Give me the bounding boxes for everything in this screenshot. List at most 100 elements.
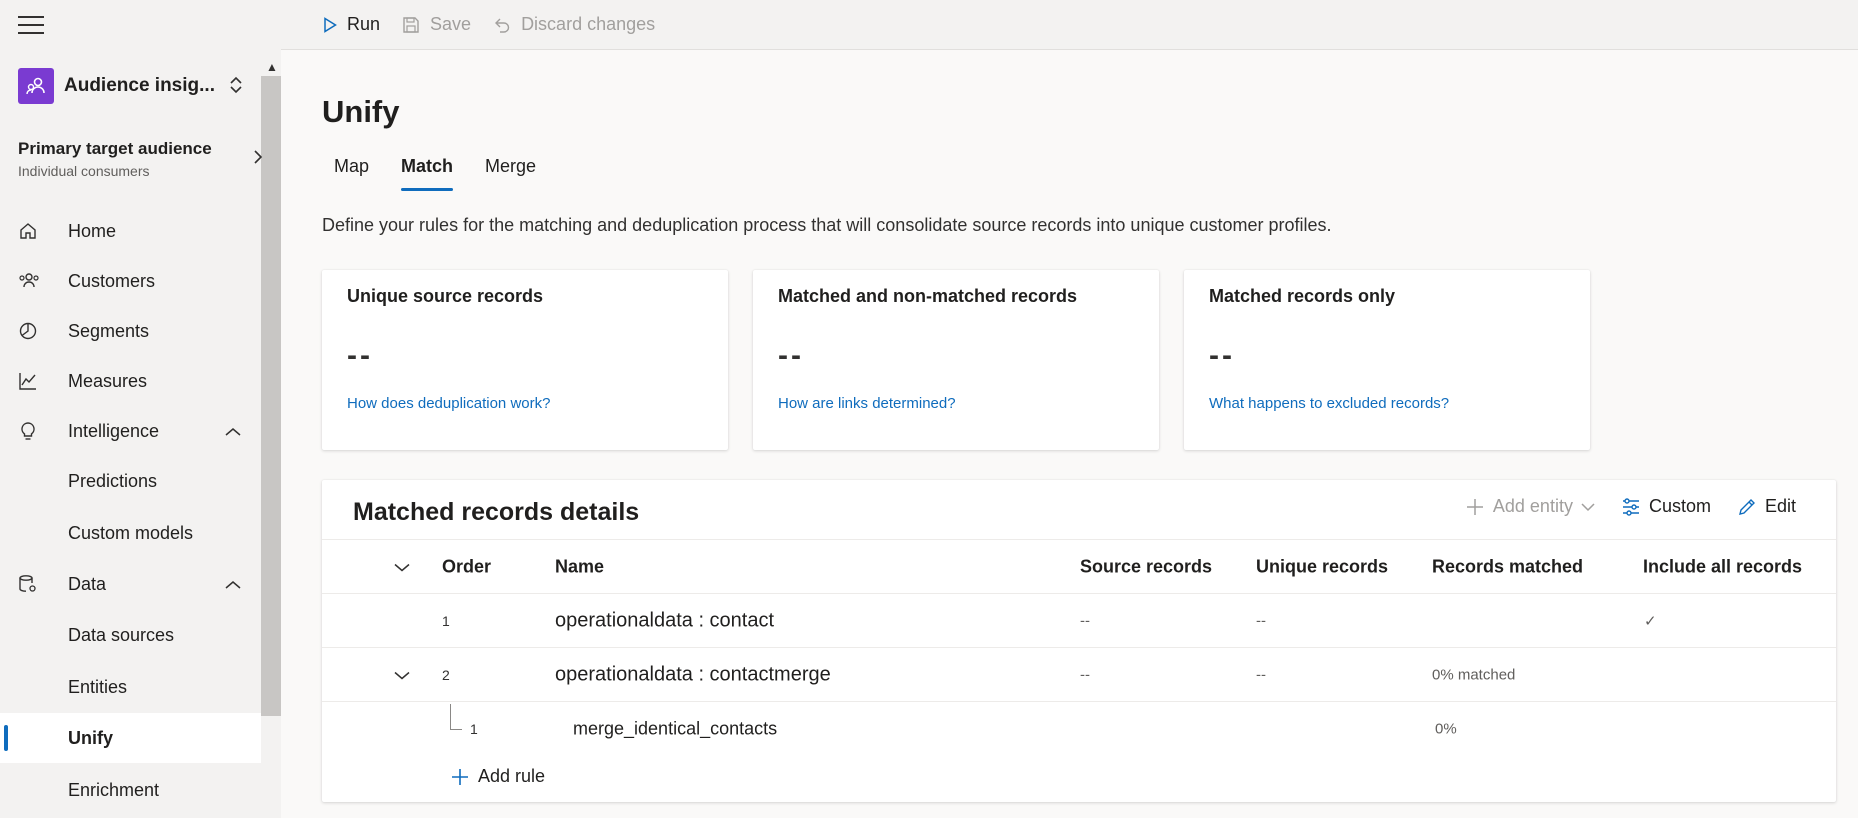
column-header-name[interactable]: Name [555, 556, 604, 577]
sidebar-item-custom-models[interactable]: Custom models [0, 508, 261, 558]
table-header: Order Name Source records Unique records… [322, 539, 1836, 593]
scrollbar-thumb[interactable] [261, 76, 281, 716]
save-icon [402, 16, 420, 34]
card-help-link[interactable]: What happens to excluded records? [1209, 395, 1565, 412]
lightbulb-icon [0, 421, 68, 441]
chevron-up-icon [225, 421, 261, 442]
environment-name: Audience insig... [64, 75, 215, 96]
checkmark-icon: ✓ [1644, 612, 1657, 630]
audience-insights-icon [18, 68, 54, 104]
sidebar-item-entities[interactable]: Entities [0, 662, 261, 712]
edit-button[interactable]: Edit [1737, 496, 1796, 517]
discard-changes-button[interactable]: Discard changes [493, 14, 655, 35]
add-entity-label: Add entity [1492, 496, 1573, 516]
segments-pie-icon [0, 321, 68, 341]
sidebar-item-label: Segments [68, 320, 150, 341]
page-title: Unify [322, 94, 400, 129]
row-entity-name: operationaldata : contact [555, 609, 775, 631]
sliders-icon [1621, 497, 1641, 517]
main-content: Unify Map Match Merge Define your rules … [281, 50, 1858, 818]
column-header-records-matched[interactable]: Records matched [1432, 556, 1583, 577]
row-source-records: -- [1080, 612, 1090, 629]
play-icon [323, 16, 337, 33]
column-header-include-all-records[interactable]: Include all records [1643, 556, 1802, 577]
column-header-source-records[interactable]: Source records [1080, 556, 1212, 577]
card-matched-records-only: Matched records only -- What happens to … [1184, 270, 1590, 450]
sidebar-item-label: Home [68, 220, 117, 241]
selection-indicator [4, 725, 8, 751]
card-title: Unique source records [347, 286, 544, 306]
sidebar-item-label: Unify [68, 727, 113, 748]
tab-map[interactable]: Map [322, 150, 381, 191]
rule-records-matched: 0% [1435, 720, 1457, 737]
sidebar-item-segments[interactable]: Segments [0, 306, 261, 356]
audience-subtitle: Individual consumers [18, 163, 150, 179]
card-help-link[interactable]: How does deduplication work? [347, 395, 703, 412]
sidebar-item-customers[interactable]: Customers [0, 256, 261, 306]
add-rule-button[interactable]: Add rule [450, 766, 545, 787]
rule-name: merge_identical_contacts [573, 718, 778, 738]
audience-selector[interactable]: Primary target audience Individual consu… [18, 139, 263, 179]
plus-icon [1465, 497, 1485, 517]
card-value: -- [347, 339, 373, 372]
custom-button[interactable]: Custom [1621, 496, 1711, 517]
expand-row-chevron-icon[interactable] [394, 664, 410, 685]
environment-switcher[interactable]: Audience insig... [18, 66, 243, 106]
add-rule-label: Add rule [478, 766, 546, 786]
sidebar-item-measures[interactable]: Measures [0, 356, 261, 406]
pencil-icon [1737, 497, 1757, 517]
matched-records-details-panel: Matched records details Add entity Custo… [322, 480, 1836, 802]
undo-icon [493, 16, 511, 34]
card-help-link[interactable]: How are links determined? [778, 395, 1134, 412]
sidebar-item-home[interactable]: Home [0, 206, 261, 256]
tab-merge[interactable]: Merge [473, 150, 548, 191]
plus-icon [450, 767, 470, 787]
sidebar-scrollbar[interactable]: ▲ [261, 50, 281, 818]
sidebar-item-label: Data [68, 573, 107, 594]
column-header-order[interactable]: Order [442, 556, 491, 577]
edit-label: Edit [1764, 496, 1796, 516]
sidebar-item-predictions[interactable]: Predictions [0, 456, 261, 506]
scroll-up-icon[interactable]: ▲ [266, 60, 278, 74]
add-entity-button[interactable]: Add entity [1465, 496, 1595, 517]
sidebar-item-label: Data sources [68, 624, 175, 645]
sidebar-item-data-sources[interactable]: Data sources [0, 610, 261, 660]
card-title: Matched records only [1209, 286, 1396, 306]
database-gear-icon [0, 574, 68, 594]
home-icon [0, 221, 68, 241]
run-button[interactable]: Run [323, 14, 380, 35]
audience-title: Primary target audience [18, 139, 212, 158]
command-bar: Run Save Discard changes [281, 0, 1858, 50]
tab-match[interactable]: Match [389, 150, 465, 191]
sidebar-item-data[interactable]: Data [0, 559, 261, 609]
card-value: -- [1209, 339, 1235, 372]
column-header-unique-records[interactable]: Unique records [1256, 556, 1388, 577]
collapse-all-chevron-icon[interactable] [394, 556, 410, 577]
details-title: Matched records details [353, 498, 640, 526]
chevron-up-icon [225, 574, 261, 595]
row-order: 2 [442, 666, 450, 683]
tree-connector [450, 704, 462, 730]
card-value: -- [778, 339, 804, 372]
custom-label: Custom [1648, 496, 1711, 516]
left-navigation: ▲ Audience insig... Primary target audie… [0, 0, 281, 818]
row-source-records: -- [1080, 666, 1090, 683]
hamburger-menu-icon[interactable] [18, 16, 44, 36]
sidebar-item-intelligence[interactable]: Intelligence [0, 406, 261, 456]
rule-row[interactable]: 1 merge_identical_contacts 0% [322, 701, 1836, 755]
table-row[interactable]: 1 operationaldata : contact -- -- ✓ [322, 593, 1836, 647]
sidebar-item-label: Customers [68, 270, 156, 291]
sidebar-item-label: Predictions [68, 470, 158, 491]
sidebar-item-enrichment[interactable]: Enrichment [0, 765, 261, 815]
row-unique-records: -- [1256, 666, 1266, 683]
line-chart-icon [0, 371, 68, 391]
tab-list: Map Match Merge [322, 150, 556, 191]
row-records-matched: 0% matched [1432, 666, 1516, 683]
save-button[interactable]: Save [402, 14, 471, 35]
chevron-right-icon [253, 149, 263, 170]
sidebar-item-unify[interactable]: Unify [0, 713, 261, 763]
discard-label: Discard changes [521, 14, 656, 34]
table-row[interactable]: 2 operationaldata : contactmerge -- -- 0… [322, 647, 1836, 701]
sidebar-item-label: Custom models [68, 522, 194, 543]
card-matched-and-non-matched: Matched and non-matched records -- How a… [753, 270, 1159, 450]
